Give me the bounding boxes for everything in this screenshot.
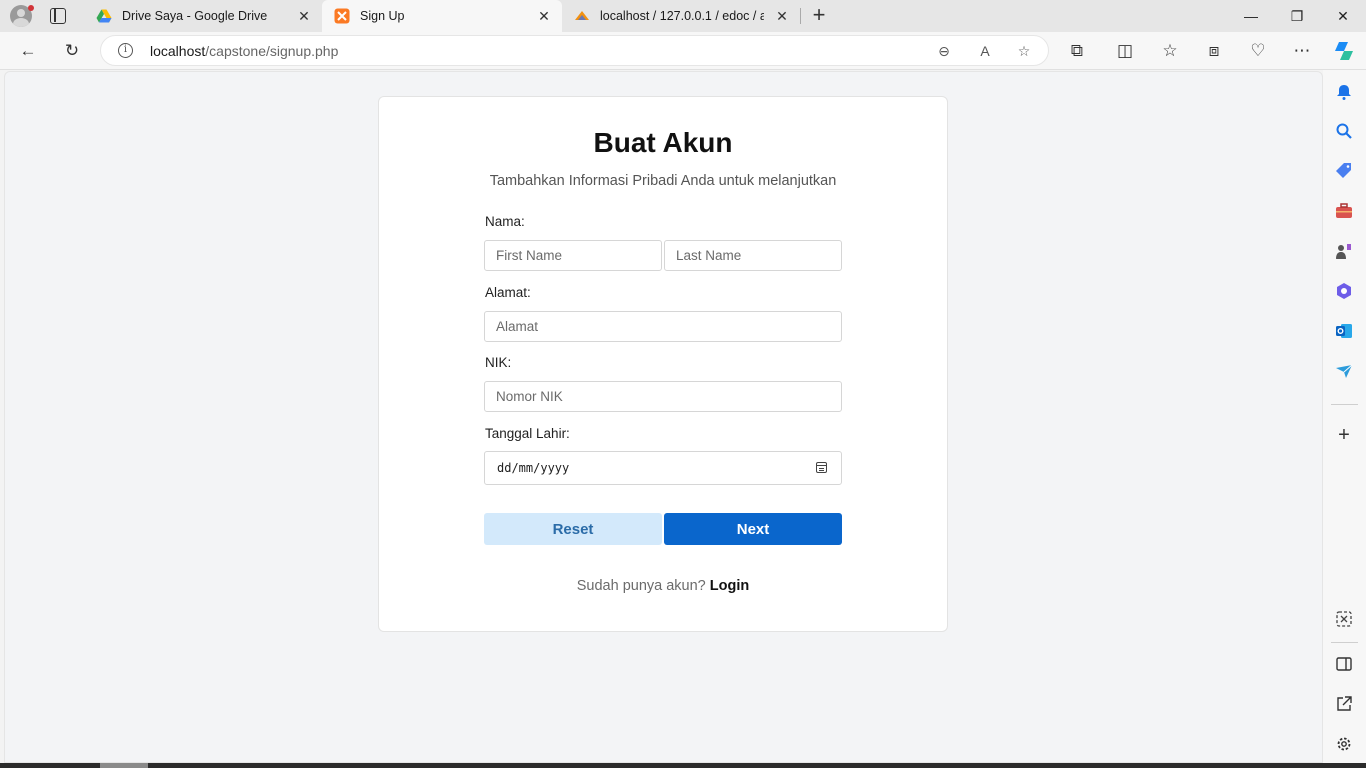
collections-icon[interactable]: ⧈ (1202, 39, 1226, 63)
scrollbar-thumb[interactable] (100, 763, 148, 768)
tab-title: Drive Saya - Google Drive (122, 9, 268, 23)
url-path: /capstone/signup.php (205, 43, 339, 59)
address-input[interactable] (484, 311, 842, 342)
browser-toolbar: ← ↻ i localhost/capstone/signup.php ⊖ A … (0, 32, 1366, 70)
favorite-star-icon[interactable]: ☆ (1015, 42, 1033, 60)
name-label: Nama: (485, 214, 525, 229)
tab-title: Sign Up (360, 9, 405, 23)
login-prompt: Sudah punya akun? Login (379, 578, 947, 594)
split-screen-icon[interactable]: ◫ (1113, 39, 1137, 63)
microsoft-365-icon[interactable] (1335, 282, 1353, 300)
sidebar-layout-icon[interactable] (1335, 655, 1353, 673)
notifications-bell-icon[interactable] (1335, 83, 1353, 101)
back-icon[interactable]: ← (16, 39, 40, 63)
site-info-icon[interactable]: i (118, 43, 133, 58)
add-icon[interactable]: + (1335, 425, 1353, 445)
phpmyadmin-icon (575, 11, 589, 20)
url-text[interactable]: localhost/capstone/signup.php (150, 43, 338, 59)
tab-strip: Drive Saya - Google Drive ✕ Sign Up ✕ lo… (0, 0, 1366, 32)
restore-icon[interactable]: ❐ (1274, 0, 1320, 32)
address-label: Alamat: (485, 285, 531, 300)
dob-value: dd/mm/yyyy (497, 461, 570, 475)
horizontal-scrollbar[interactable] (0, 763, 1366, 768)
login-prompt-text: Sudah punya akun? (576, 578, 706, 594)
screenshot-icon[interactable] (1335, 610, 1353, 628)
shopping-tag-icon[interactable] (1335, 162, 1353, 180)
tab-sign-up[interactable]: Sign Up ✕ (322, 0, 562, 32)
open-external-icon[interactable] (1335, 695, 1353, 713)
page-subtitle: Tambahkan Informasi Pribadi Anda untuk m… (489, 173, 837, 189)
extensions-icon[interactable]: ⧉ (1065, 39, 1089, 63)
settings-more-icon[interactable]: ⋯ (1290, 39, 1314, 63)
close-icon[interactable]: ✕ (774, 8, 790, 24)
nik-input[interactable] (484, 381, 842, 412)
tools-briefcase-icon[interactable] (1335, 202, 1353, 220)
refresh-icon[interactable]: ↻ (60, 39, 84, 63)
tab-google-drive[interactable]: Drive Saya - Google Drive ✕ (84, 0, 322, 32)
browser-essentials-icon[interactable]: ♡ (1246, 39, 1270, 63)
minimize-icon[interactable]: — (1228, 0, 1274, 32)
page-title: Buat Akun (593, 127, 733, 158)
sidebar-divider (1331, 642, 1358, 643)
sidebar-divider (1331, 404, 1358, 405)
outlook-icon[interactable] (1335, 322, 1353, 340)
close-icon[interactable]: ✕ (296, 8, 312, 24)
calendar-icon[interactable] (816, 462, 827, 473)
login-link[interactable]: Login (710, 578, 749, 594)
reset-button[interactable]: Reset (484, 513, 662, 545)
xampp-icon (334, 8, 350, 24)
games-icon[interactable] (1335, 242, 1353, 260)
copilot-icon[interactable] (1332, 39, 1356, 63)
tab-phpmyadmin[interactable]: localhost / 127.0.0.1 / edoc / adm ✕ (562, 0, 800, 32)
tab-title: localhost / 127.0.0.1 / edoc / adm (600, 9, 764, 23)
close-icon[interactable]: ✕ (536, 8, 552, 24)
settings-gear-icon[interactable] (1335, 735, 1353, 753)
read-aloud-icon[interactable]: A (976, 42, 994, 60)
google-drive-icon (96, 9, 112, 23)
favorites-icon[interactable]: ☆ (1158, 39, 1182, 63)
first-name-input[interactable] (484, 240, 662, 271)
dob-label: Tanggal Lahir: (485, 426, 570, 441)
signup-card: Buat Akun Tambahkan Informasi Pribadi An… (378, 96, 948, 632)
nik-label: NIK: (485, 355, 512, 370)
dob-date-input[interactable]: dd/mm/yyyy (484, 451, 842, 485)
search-icon[interactable] (1335, 122, 1353, 140)
window-close-icon[interactable]: ✕ (1320, 0, 1366, 32)
new-tab-icon[interactable]: + (808, 4, 830, 27)
next-button[interactable]: Next (664, 513, 842, 545)
address-bar[interactable]: i localhost/capstone/signup.php ⊖ A ☆ (100, 35, 1049, 66)
tab-actions-icon[interactable] (50, 8, 66, 24)
send-icon[interactable] (1335, 362, 1353, 380)
zoom-out-icon[interactable]: ⊖ (935, 42, 953, 60)
edge-sidebar: + (1323, 70, 1366, 763)
tab-separator (800, 8, 801, 24)
last-name-input[interactable] (664, 240, 842, 271)
url-host: localhost (150, 43, 206, 59)
notification-dot (28, 5, 34, 11)
